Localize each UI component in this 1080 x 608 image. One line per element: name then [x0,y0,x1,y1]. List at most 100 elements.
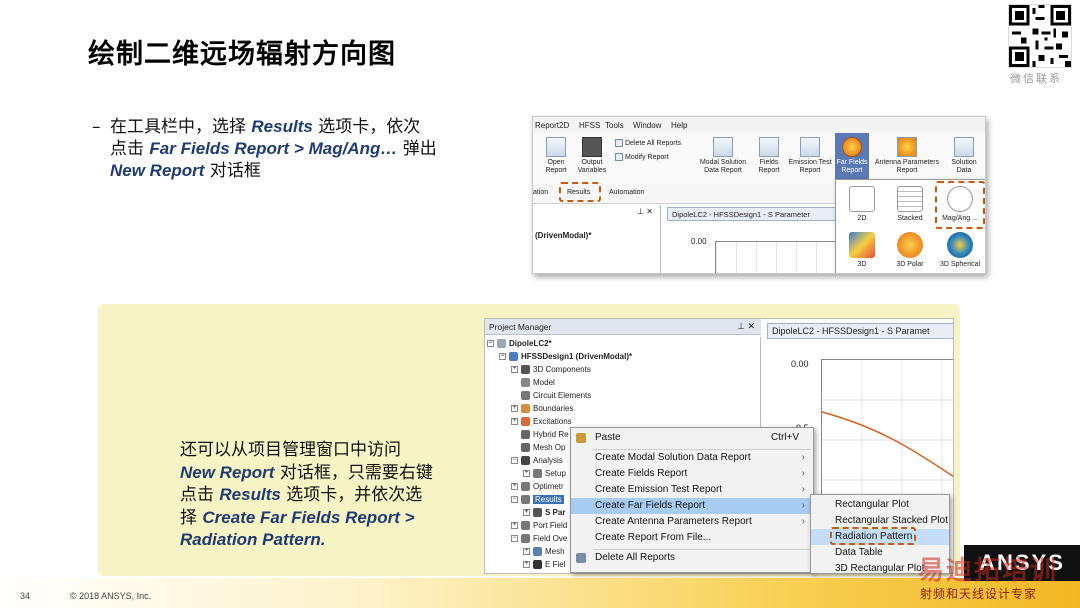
menu-item-create-antenna-report[interactable]: Create Antenna Parameters Report › [571,514,813,530]
components-icon [521,365,530,375]
far-fields-report-button[interactable]: Far Fields Report [835,133,869,181]
tree-label: Model [533,378,555,387]
tree-node[interactable]: + E Fiel [523,560,566,570]
tree-node[interactable]: + Setup [523,469,566,479]
emission-label: Emission Test Report [788,159,832,174]
delete-icon [615,139,623,147]
plot-3d-polar-icon [897,232,923,258]
tree-node-project[interactable]: − DipoleLC2* [487,339,552,349]
field-overlay-icon [521,534,530,544]
menu-item-label: Create Report From File... [595,532,712,543]
menu-item-paste[interactable]: Paste Ctrl+V [571,430,813,446]
tree-label: Hybrid Re [533,430,569,439]
pane-controls[interactable]: ⊥ ✕ [637,207,653,216]
solution-data-button[interactable]: Solution Data [945,137,983,175]
plot-3d-polar-option[interactable]: 3D Polar [886,232,934,268]
tree-node[interactable]: + Optimetr [511,482,564,492]
tree-node[interactable]: + Boundaries [511,404,573,414]
open-report-button[interactable]: Open Report [539,137,573,175]
tab-simulation[interactable]: ation [533,189,548,196]
tree-node[interactable]: +3D Components [511,365,591,375]
tree-label: Port Field [533,521,568,530]
menu-item-create-modal-solution-report[interactable]: Create Modal Solution Data Report › [571,450,813,466]
solution-data-icon [954,137,974,157]
menu-window[interactable]: Window [633,121,661,130]
tree-node[interactable]: + Excitations [511,417,572,427]
fields-icon [759,137,779,157]
analysis-icon [521,456,530,466]
plot-3d-option[interactable]: 3D [838,232,886,268]
tree-node[interactable]: Mesh Op [521,443,566,453]
submenu-arrow-icon: › [801,516,805,527]
tree-node[interactable]: + Port Field [511,521,568,531]
tree-node[interactable]: Model [521,378,555,388]
setup-icon [533,469,542,479]
tree-node[interactable]: + Mesh [523,547,565,557]
qr-code-image [1008,4,1072,68]
bullet-text: 在工具栏中，选择 [110,117,252,137]
tree-label: Mesh [545,547,565,556]
fields-report-button[interactable]: Fields Report [755,137,783,175]
tree-label: Circuit Elements [533,391,592,400]
tab-automation[interactable]: Automation [609,189,644,196]
delete-icon [576,553,586,563]
report-icon [533,508,542,518]
menu-item-create-report-from-file[interactable]: Create Report From File... [571,530,813,546]
menu-help[interactable]: Help [671,121,687,130]
menu-bar: Report2D HFSS Tools Window Help [533,117,985,133]
tip-keyword: Create Far Fields Report > [202,507,415,527]
port-field-icon [521,521,530,531]
tree-node[interactable]: Circuit Elements [521,391,592,401]
submenu-item-rectangular-plot[interactable]: Rectangular Plot [811,497,949,513]
menu-report2d[interactable]: Report2D [535,121,569,130]
tree-node[interactable]: − Field Ove [511,534,567,544]
tree-label: 3D Components [533,365,591,374]
menu-item-create-fields-report[interactable]: Create Fields Report › [571,466,813,482]
copyright: © 2018 ANSYS, Inc. [70,591,152,601]
plot-2d-icon [849,186,875,212]
tree-node[interactable]: Hybrid Re [521,430,569,440]
menu-item-create-emission-report[interactable]: Create Emission Test Report › [571,482,813,498]
menu-item-delete-all-reports[interactable]: Delete All Reports [571,550,813,566]
project-pane-fragment: ⊥ ✕ (DrivenModal)* [533,205,661,273]
mag-ang-highlight [935,181,985,229]
paste-icon [576,433,586,443]
far-fields-label: Far Fields Report [836,159,868,174]
tree-label: Mesh Op [533,443,566,452]
antenna-icon [897,137,917,157]
stacked-label: Stacked [897,215,923,222]
tip-keyword: Results [219,485,281,504]
tree-node[interactable]: − Analysis [511,456,563,466]
menu-hfss[interactable]: HFSS [579,121,600,130]
page-number: 34 [20,591,31,601]
watermark-logo: 易迪拓培训 [918,556,1059,586]
modify-report-button[interactable]: Modify Report [615,153,669,161]
tree-node-design[interactable]: − HFSSDesign1 (DrivenModal)* [499,352,632,362]
tip-line: 择 [180,507,203,528]
open-report-label: Open Report [545,159,567,174]
tip-line: 点击 [180,485,220,505]
plot-3d-label: 3D [857,261,867,268]
pane-controls[interactable]: ⊥ ✕ [737,321,755,332]
tree-node[interactable]: + S Par [523,508,565,518]
circuit-icon [521,391,530,401]
report-doc-tab[interactable]: DipoleLC2 - HFSSDesign1 - S Paramet [767,323,953,339]
tree-label: E Fiel [545,560,566,569]
output-variables-button[interactable]: Output Variables [575,137,609,175]
submenu-arrow-icon: › [801,500,805,511]
menu-tools[interactable]: Tools [605,121,624,130]
antenna-report-button[interactable]: Antenna Parameters Report [871,137,943,175]
project-icon [497,339,506,349]
optimetrics-icon [521,482,530,492]
stacked-option[interactable]: Stacked [886,186,934,222]
delete-all-reports-button[interactable]: Delete All Reports [615,139,681,147]
plot-2d-option[interactable]: 2D [838,186,886,222]
mesh-plot-icon [533,547,542,557]
plot-icon [713,137,733,157]
tip-line: 对话框，只需要右键 [274,462,433,483]
tree-node-results[interactable]: − Results [511,495,564,505]
menu-item-create-far-fields-report[interactable]: Create Far Fields Report › [571,498,813,514]
plot-3d-spherical-option[interactable]: 3D Spherical [936,232,984,268]
modal-solution-report-button[interactable]: Modal Solution Data Report [693,137,753,175]
emission-report-button[interactable]: Emission Test Report [785,137,835,175]
